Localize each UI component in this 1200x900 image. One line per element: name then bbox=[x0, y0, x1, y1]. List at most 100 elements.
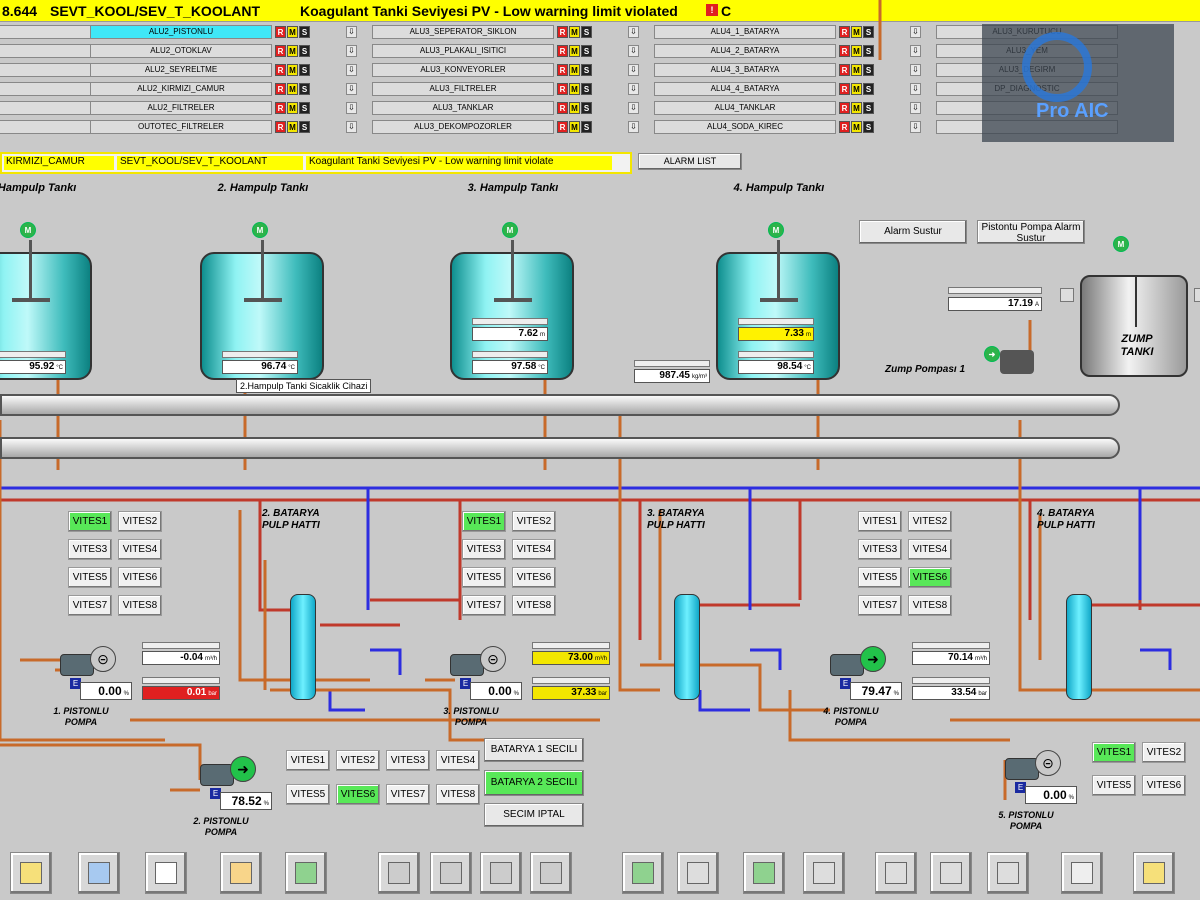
vites-button[interactable]: VITES3 bbox=[68, 539, 112, 560]
pump-body[interactable] bbox=[830, 654, 864, 676]
vites-button[interactable]: VITES1 bbox=[462, 511, 506, 532]
pump-body[interactable] bbox=[60, 654, 94, 676]
alarm-log-button[interactable] bbox=[10, 852, 52, 894]
vites-button[interactable]: VITES2 bbox=[1142, 742, 1186, 763]
vites-button[interactable]: VITES5 bbox=[858, 567, 902, 588]
vites-button[interactable]: VITES3 bbox=[462, 539, 506, 560]
pump-running-icon[interactable]: ➜ bbox=[230, 756, 256, 782]
tank-temp-value[interactable]: 95.92 °C bbox=[0, 360, 66, 374]
vites-button[interactable]: VITES6 bbox=[118, 567, 162, 588]
vites-button[interactable]: VITES2 bbox=[512, 511, 556, 532]
pump-pressure-value[interactable]: 33.54 bar bbox=[912, 686, 990, 700]
vites-button[interactable]: VITES6 bbox=[336, 784, 380, 805]
refresh-button[interactable] bbox=[622, 852, 664, 894]
battery-1-select-button[interactable]: BATARYA 1 SECILI bbox=[484, 738, 584, 762]
tank-temp-unit: °C bbox=[288, 365, 295, 371]
tags-button[interactable] bbox=[78, 852, 120, 894]
vites-button[interactable]: VITES7 bbox=[858, 595, 902, 616]
pump-speed-value[interactable]: 79.47% bbox=[850, 682, 902, 700]
pump-stopped-icon[interactable]: ⊝ bbox=[1035, 750, 1061, 776]
pump-flow-value[interactable]: 70.14 m³/h bbox=[912, 651, 990, 665]
zump-checkbox-2[interactable] bbox=[1194, 288, 1200, 302]
vites-button[interactable]: VITES7 bbox=[68, 595, 112, 616]
vites-button[interactable]: VITES4 bbox=[436, 750, 480, 771]
cut-button[interactable] bbox=[987, 852, 1029, 894]
arrow-up-button[interactable] bbox=[430, 852, 472, 894]
trend-button[interactable] bbox=[145, 852, 187, 894]
vites-button[interactable]: VITES7 bbox=[462, 595, 506, 616]
vites-button[interactable]: VITES1 bbox=[286, 750, 330, 771]
pump-flow-value[interactable]: -0.04 m³/h bbox=[142, 651, 220, 665]
pump-speed-value[interactable]: 0.00% bbox=[1025, 786, 1077, 804]
agitator-motor-icon[interactable]: M bbox=[20, 222, 36, 238]
pump-pressure-value[interactable]: 0.01 bar bbox=[142, 686, 220, 700]
zump-current-unit: A bbox=[1034, 302, 1039, 308]
pump-pressure-number: 0.01 bbox=[186, 687, 207, 698]
vites-button[interactable]: VITES6 bbox=[512, 567, 556, 588]
vites-button[interactable]: VITES1 bbox=[858, 511, 902, 532]
pump-body[interactable] bbox=[1005, 758, 1039, 780]
copy-button[interactable] bbox=[875, 852, 917, 894]
tank-temp-value[interactable]: 97.58 °C bbox=[472, 360, 548, 374]
arrow-right-button[interactable] bbox=[530, 852, 572, 894]
heat-exchanger-4[interactable] bbox=[1066, 594, 1092, 700]
battery-2-select-button[interactable]: BATARYA 2 SECILI bbox=[484, 770, 584, 796]
vites-button[interactable]: VITES4 bbox=[118, 539, 162, 560]
pump-speed-value[interactable]: 0.00% bbox=[470, 682, 522, 700]
vites-button[interactable]: VITES5 bbox=[68, 567, 112, 588]
arrow-down-button[interactable] bbox=[480, 852, 522, 894]
vites-button[interactable]: VITES2 bbox=[908, 511, 952, 532]
vites-button[interactable]: VITES2 bbox=[118, 511, 162, 532]
exit-button[interactable] bbox=[803, 852, 845, 894]
vites-button[interactable]: VITES6 bbox=[908, 567, 952, 588]
vites-button[interactable]: VITES5 bbox=[462, 567, 506, 588]
zump-motor-icon[interactable]: M bbox=[1113, 236, 1129, 252]
vites-button[interactable]: VITES4 bbox=[512, 539, 556, 560]
tank-temp-value[interactable]: 98.54 °C bbox=[738, 360, 814, 374]
enter-icon bbox=[753, 862, 775, 884]
heat-exchanger-2[interactable] bbox=[290, 594, 316, 700]
pump-pressure-value[interactable]: 37.33 bar bbox=[532, 686, 610, 700]
pump-body[interactable] bbox=[200, 764, 234, 786]
info-button[interactable] bbox=[1133, 852, 1175, 894]
forward-button[interactable] bbox=[677, 852, 719, 894]
vites-button[interactable]: VITES5 bbox=[1092, 775, 1136, 796]
zump-tank[interactable]: ZUMP TANKI bbox=[1080, 275, 1188, 377]
piston-alarm-sustur-button[interactable]: Pistontu Pompa Alarm Sustur bbox=[977, 220, 1085, 244]
pump-stopped-icon[interactable]: ⊝ bbox=[480, 646, 506, 672]
pump-stopped-icon[interactable]: ⊝ bbox=[90, 646, 116, 672]
pump-flow-value[interactable]: 73.00 m³/h bbox=[532, 651, 610, 665]
alarm-sustur-button[interactable]: Alarm Sustur bbox=[859, 220, 967, 244]
vites-button[interactable]: VITES2 bbox=[336, 750, 380, 771]
vites-button[interactable]: VITES8 bbox=[118, 595, 162, 616]
agitator-motor-icon[interactable]: M bbox=[768, 222, 784, 238]
selection-cancel-button[interactable]: SECIM IPTAL bbox=[484, 803, 584, 827]
thermometer-button[interactable] bbox=[220, 852, 262, 894]
vites-button[interactable]: VITES3 bbox=[858, 539, 902, 560]
vites-button[interactable]: VITES7 bbox=[386, 784, 430, 805]
pump-speed-value[interactable]: 78.52% bbox=[220, 792, 272, 810]
tank-temp-value[interactable]: 96.74 °C bbox=[222, 360, 298, 374]
arrow-left-button[interactable] bbox=[378, 852, 420, 894]
zump-pump-icon[interactable] bbox=[1000, 350, 1034, 374]
agitator-motor-icon[interactable]: M bbox=[252, 222, 268, 238]
vites-button[interactable]: VITES8 bbox=[512, 595, 556, 616]
vites-button[interactable]: VITES4 bbox=[908, 539, 952, 560]
vites-button[interactable]: VITES8 bbox=[908, 595, 952, 616]
heat-exchanger-3[interactable] bbox=[674, 594, 700, 700]
screen-switch-button[interactable] bbox=[285, 852, 327, 894]
vites-button[interactable]: VITES1 bbox=[1092, 742, 1136, 763]
vites-button[interactable]: VITES1 bbox=[68, 511, 112, 532]
pump-body[interactable] bbox=[450, 654, 484, 676]
vites-button[interactable]: VITES6 bbox=[1142, 775, 1186, 796]
pump-running-icon[interactable]: ➜ bbox=[860, 646, 886, 672]
vites-button[interactable]: VITES3 bbox=[386, 750, 430, 771]
vites-button[interactable]: VITES8 bbox=[436, 784, 480, 805]
view-button[interactable] bbox=[1061, 852, 1103, 894]
zump-checkbox[interactable] bbox=[1060, 288, 1074, 302]
vites-button[interactable]: VITES5 bbox=[286, 784, 330, 805]
print-button[interactable] bbox=[930, 852, 972, 894]
pump-speed-value[interactable]: 0.00% bbox=[80, 682, 132, 700]
agitator-motor-icon[interactable]: M bbox=[502, 222, 518, 238]
enter-button[interactable] bbox=[743, 852, 785, 894]
